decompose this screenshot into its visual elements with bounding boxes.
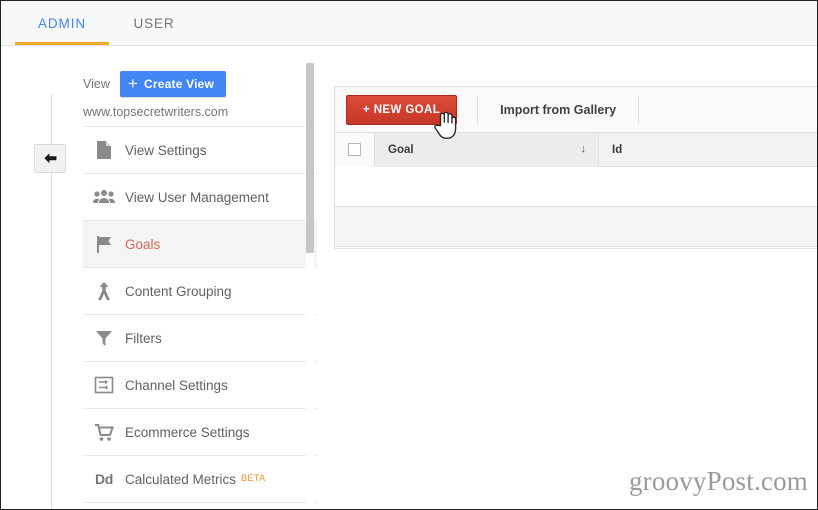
shopping-cart-icon xyxy=(83,423,125,442)
goals-table-footer xyxy=(335,207,817,247)
sidebar-scrollbar-thumb[interactable] xyxy=(306,63,314,253)
goals-table-header: Goal ↓ Id xyxy=(335,132,817,167)
active-tab-indicator xyxy=(15,42,109,45)
select-all-cell[interactable] xyxy=(335,132,375,167)
toolbar-divider-2 xyxy=(638,95,640,124)
sidebar-item-label: Calculated Metrics xyxy=(125,471,237,487)
flag-icon xyxy=(83,234,125,254)
tab-admin[interactable]: ADMIN xyxy=(15,1,109,46)
import-from-gallery-label: Import from Gallery xyxy=(500,102,617,117)
import-from-gallery-button[interactable]: Import from Gallery xyxy=(478,103,638,117)
tab-admin-label: ADMIN xyxy=(38,16,86,31)
tab-user[interactable]: USER xyxy=(125,1,183,46)
document-icon xyxy=(83,140,125,160)
column-header-id-label: Id xyxy=(612,143,623,156)
goals-panel: + NEW GOAL Import from Gallery Goal ↓ Id xyxy=(334,86,817,249)
property-domain-label: www.topsecretwriters.com xyxy=(83,105,229,119)
channel-settings-icon xyxy=(83,375,125,395)
sidebar-item-label: Ecommerce Settings xyxy=(125,424,250,440)
column-header-goal[interactable]: Goal ↓ xyxy=(375,132,599,167)
select-all-checkbox[interactable] xyxy=(348,143,361,156)
sidebar-item-channel-settings[interactable]: Channel Settings xyxy=(83,362,317,409)
sidebar-item-label: Goals xyxy=(125,236,161,252)
view-label: View xyxy=(83,77,110,91)
content-grouping-icon xyxy=(83,281,125,301)
new-goal-button-label: + NEW GOAL xyxy=(363,103,441,116)
plus-icon: + xyxy=(127,73,139,93)
column-header-id[interactable]: Id xyxy=(599,133,817,167)
mouse-cursor-pointer-hand xyxy=(433,109,459,146)
sidebar-nav-list: View Settings View User Management Goals… xyxy=(83,127,317,503)
dd-glyph-icon: Dd xyxy=(94,471,114,487)
sidebar-item-goals[interactable]: Goals xyxy=(83,221,317,268)
sidebar-item-view-settings[interactable]: View Settings xyxy=(83,127,317,174)
sidebar-item-label: View Settings xyxy=(125,142,207,158)
arrow-left-icon xyxy=(43,152,58,165)
create-view-button[interactable]: + Create View xyxy=(119,71,227,97)
column-header-goal-label: Goal xyxy=(388,143,414,156)
app-window: ADMIN USER View + Create View www.topsec… xyxy=(0,0,818,510)
sidebar-item-label: Filters xyxy=(125,330,162,346)
sort-descending-icon: ↓ xyxy=(580,142,587,155)
sidebar-item-view-user-management[interactable]: View User Management xyxy=(83,174,317,221)
sidebar-item-label: Content Grouping xyxy=(125,283,232,299)
people-group-icon xyxy=(83,189,125,205)
create-view-button-label: Create View xyxy=(144,77,215,91)
sidebar-item-ecommerce-settings[interactable]: Ecommerce Settings xyxy=(83,409,317,456)
sidebar-item-filters[interactable]: Filters xyxy=(83,315,317,362)
watermark: groovyPost.com xyxy=(628,466,808,496)
sidebar-item-content-grouping[interactable]: Content Grouping xyxy=(83,268,317,315)
admin-tab-bar: ADMIN USER xyxy=(1,1,817,46)
beta-badge: BETA xyxy=(241,473,266,483)
collapse-sidebar-button[interactable] xyxy=(34,144,66,173)
sidebar-item-calculated-metrics[interactable]: Dd Calculated Metrics BETA xyxy=(83,456,317,503)
goals-table-empty-body xyxy=(335,167,817,207)
goals-toolbar: + NEW GOAL Import from Gallery xyxy=(335,87,817,133)
tab-user-label: USER xyxy=(133,16,175,31)
sidebar-item-label: Channel Settings xyxy=(125,377,228,393)
sidebar-item-label: View User Management xyxy=(125,189,269,205)
view-header-row: View + Create View xyxy=(83,71,227,97)
view-sidebar: View + Create View www.topsecretwriters.… xyxy=(67,61,317,509)
funnel-icon xyxy=(83,328,125,348)
